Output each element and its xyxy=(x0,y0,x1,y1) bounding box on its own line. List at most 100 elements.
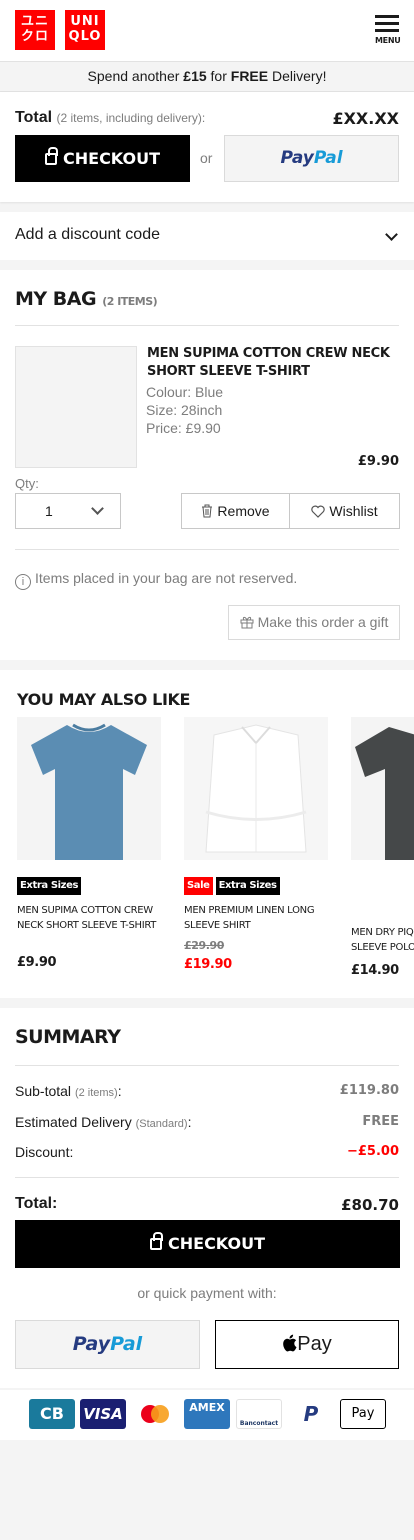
paypal-card-icon: P xyxy=(288,1399,334,1429)
apple-pay-card-icon: Pay xyxy=(340,1399,386,1429)
checkout-button[interactable]: CHECKOUT xyxy=(15,135,190,182)
total-label-text: Total xyxy=(15,109,53,126)
paypal-logo: Pay xyxy=(72,1333,111,1355)
recommendation-name: MEN DRY PIQUE SHORT SLEEVE POLO xyxy=(351,927,414,953)
discount-code-toggle[interactable]: Add a discount code xyxy=(0,212,414,260)
extra-sizes-badge: Extra Sizes xyxy=(215,877,280,895)
gift-icon xyxy=(240,616,254,629)
delivery-row: Estimated Delivery (Standard): FREE xyxy=(15,1114,399,1130)
discount-row: Discount: −£5.00 xyxy=(15,1144,399,1160)
recommendation-name: MEN SUPIMA COTTON CREW NECK SHORT SLEEVE… xyxy=(17,905,157,931)
recommendation-sale-price: £19.90 xyxy=(184,957,232,972)
tshirt-image xyxy=(31,723,147,860)
extra-sizes-badge: Extra Sizes xyxy=(17,877,82,895)
checkout-button[interactable]: CHECKOUT xyxy=(15,1220,400,1268)
paypal-logo: Pal xyxy=(110,1333,143,1355)
subtotal-label: Sub-total xyxy=(15,1083,72,1099)
wishlist-button[interactable]: Wishlist xyxy=(290,494,399,528)
uniqlo-logo-latin[interactable]: UNI QLO xyxy=(65,10,105,50)
discount-value: −£5.00 xyxy=(346,1144,399,1159)
summary-title: SUMMARY xyxy=(15,1026,121,1048)
visa-card-icon: VISA xyxy=(80,1399,126,1429)
chevron-down-icon xyxy=(385,228,398,241)
qty-value: 1 xyxy=(45,503,53,519)
delivery-label: Estimated Delivery xyxy=(15,1114,132,1130)
hamburger-icon-bar xyxy=(375,29,399,32)
subtotal-row: Sub-total (2 items): £119.80 xyxy=(15,1083,399,1099)
apple-pay-button[interactable]: Pay xyxy=(215,1320,399,1369)
discount-label: Add a discount code xyxy=(15,226,160,243)
checkout-label: CHECKOUT xyxy=(168,1234,265,1253)
product-line-price: £9.90 xyxy=(357,454,399,469)
subtotal-note: (2 items) xyxy=(74,1087,118,1099)
recommendations-title: YOU MAY ALSO LIKE xyxy=(17,690,191,709)
badge-row: Sale Extra Sizes xyxy=(184,875,283,895)
recommendations-section: YOU MAY ALSO LIKE Extra Sizes MEN SUPIMA… xyxy=(0,670,414,998)
payment-methods: CB VISA AMEX Bancontact P Pay xyxy=(0,1390,414,1440)
paypal-button[interactable]: PayPal xyxy=(15,1320,200,1369)
remove-button[interactable]: Remove xyxy=(182,494,290,528)
bag-title: MY BAG (2 ITEMS) xyxy=(15,288,158,310)
menu-button[interactable]: MENU xyxy=(375,15,401,49)
divider xyxy=(15,1065,399,1066)
order-summary: SUMMARY Sub-total (2 items): £119.80 Est… xyxy=(0,1008,414,1388)
paypal-button[interactable]: PayPal xyxy=(224,135,399,182)
product-image[interactable] xyxy=(15,346,137,468)
product-image[interactable] xyxy=(351,717,414,860)
lock-icon xyxy=(150,1232,163,1250)
hamburger-icon-bar xyxy=(375,22,399,25)
reservation-notice: i Items placed in your bag are not reserv… xyxy=(15,570,297,590)
summary-total-label: Total: xyxy=(15,1195,58,1212)
polo-image xyxy=(355,727,414,860)
recommendation-card[interactable]: Extra Sizes MEN SUPIMA COTTON CREW NECK … xyxy=(17,717,161,970)
gift-order-button[interactable]: Make this order a gift xyxy=(228,605,400,640)
lock-icon xyxy=(45,147,58,165)
product-unit-price: Price: £9.90 xyxy=(146,420,221,436)
delivery-note: (Standard) xyxy=(135,1118,188,1130)
total-value: £XX.XX xyxy=(332,109,399,128)
reservation-notice-text: Items placed in your bag are not reserve… xyxy=(35,570,298,586)
checkout-label: CHECKOUT xyxy=(63,149,160,168)
product-image[interactable] xyxy=(17,717,161,860)
qty-select[interactable]: 1 xyxy=(15,493,121,529)
mastercard-circles xyxy=(141,1405,169,1423)
apple-icon xyxy=(283,1334,297,1352)
product-name[interactable]: MEN SUPIMA COTTON CREW NECK SHORT SLEEVE… xyxy=(147,345,397,381)
divider xyxy=(15,549,399,550)
hamburger-icon xyxy=(375,15,399,18)
bag-item-count: (2 ITEMS) xyxy=(102,295,158,308)
cb-card-icon: CB xyxy=(29,1399,75,1429)
trash-icon xyxy=(202,504,213,518)
bancontact-card-icon: Bancontact xyxy=(236,1399,282,1429)
divider xyxy=(15,325,399,326)
info-icon: i xyxy=(15,574,31,590)
product-image[interactable] xyxy=(184,717,328,860)
bag-section: MY BAG (2 ITEMS) MEN SUPIMA COTTON CREW … xyxy=(0,270,414,660)
qty-label: Qty: xyxy=(15,476,39,491)
discount-row-label: Discount: xyxy=(15,1144,74,1160)
recommendation-card[interactable]: MEN DRY PIQUE SHORT SLEEVE POLO £14.90 xyxy=(351,717,414,978)
quick-payment-label: or quick payment with: xyxy=(137,1285,277,1301)
total-label: Total (2 items, including delivery): xyxy=(15,109,205,127)
promo-text: Spend another xyxy=(87,68,184,84)
product-colour: Colour: Blue xyxy=(146,384,224,400)
apple-pay-label: Pay xyxy=(297,1333,332,1355)
delivery-value: FREE xyxy=(362,1114,399,1129)
product-size: Size: 28inch xyxy=(146,402,223,418)
summary-total-value: £80.70 xyxy=(341,1196,399,1214)
recommendation-card[interactable]: Sale Extra Sizes MEN PREMIUM LINEN LONG S… xyxy=(184,717,328,972)
bag-title-text: MY BAG xyxy=(15,288,97,310)
total-bar: Total (2 items, including delivery): £XX… xyxy=(0,92,414,202)
gift-label: Make this order a gift xyxy=(257,614,389,630)
remove-label: Remove xyxy=(217,503,270,519)
amex-card-icon: AMEX xyxy=(184,1399,230,1429)
item-actions: Remove Wishlist xyxy=(181,493,400,529)
mastercard-icon xyxy=(132,1399,178,1429)
uniqlo-logo-katakana[interactable]: ユニ クロ xyxy=(15,10,55,50)
linen-shirt-image xyxy=(184,717,328,860)
wishlist-label: Wishlist xyxy=(329,503,378,519)
recommendation-old-price: £29.90 xyxy=(184,939,225,952)
recommendation-price: £14.90 xyxy=(351,963,399,978)
heart-icon xyxy=(311,505,326,518)
menu-label: MENU xyxy=(375,36,401,45)
